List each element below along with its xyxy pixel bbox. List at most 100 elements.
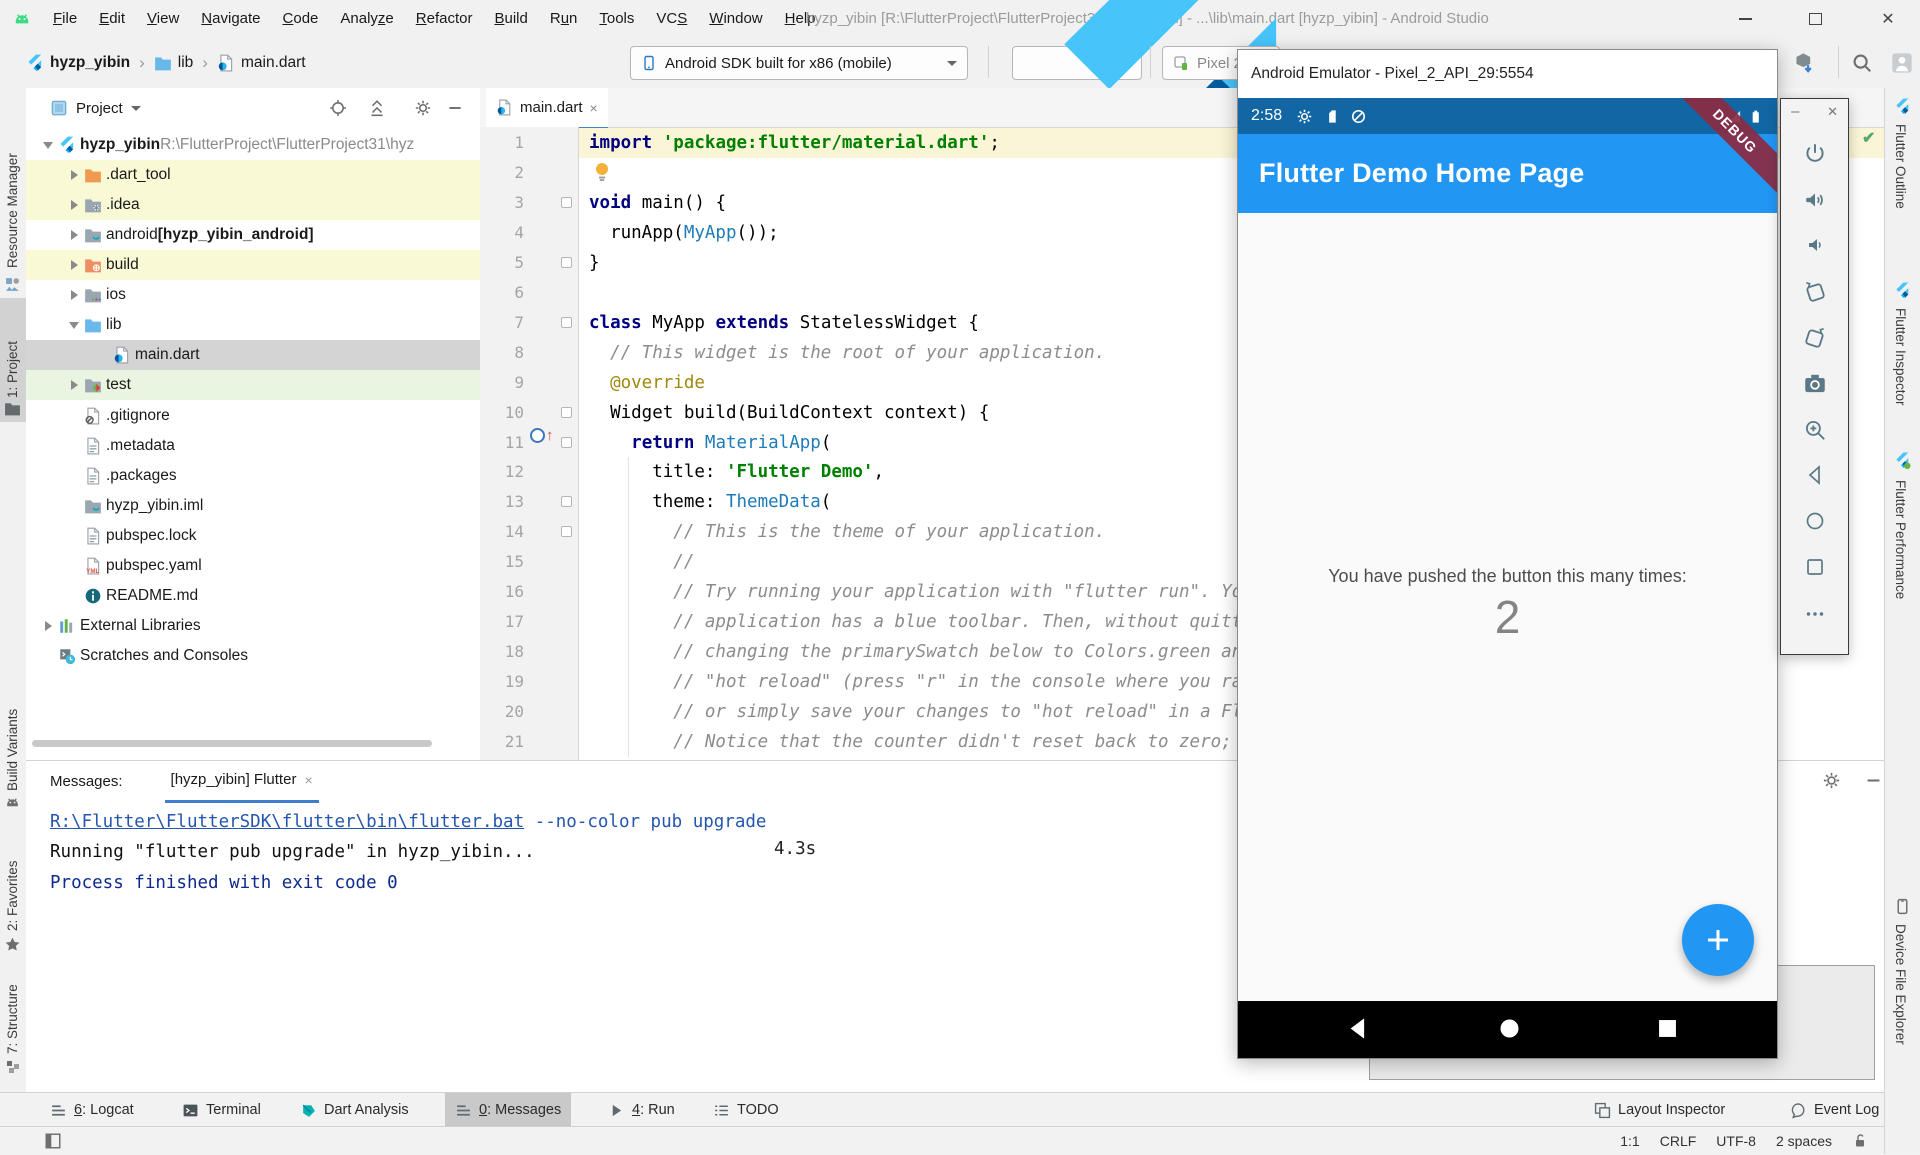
toolwindow-button-terminal[interactable]: Terminal	[172, 1093, 271, 1127]
emulator-minimize-button[interactable]: –	[1791, 103, 1799, 120]
toolwindow-button-event-log[interactable]: Event Log	[1780, 1093, 1889, 1127]
close-icon[interactable]: ×	[590, 100, 598, 116]
sidebar-item-flutter-performance[interactable]: Flutter Performance	[1893, 480, 1908, 692]
status-item-1-1[interactable]: 1:1	[1620, 1133, 1639, 1149]
fold-marker-icon[interactable]	[561, 526, 572, 537]
increment-fab-button[interactable]	[1682, 904, 1754, 976]
menu-item-build[interactable]: Build	[483, 0, 538, 38]
toolwindow-button-layout-inspector[interactable]: Layout Inspector	[1584, 1093, 1735, 1127]
chevron-down-icon[interactable]	[131, 106, 141, 111]
camera-icon[interactable]	[1802, 371, 1828, 402]
sdk-manager-icon[interactable]	[1792, 51, 1816, 75]
tree-row--idea[interactable]: .idea	[26, 190, 481, 220]
status-item-2-spaces[interactable]: 2 spaces	[1776, 1133, 1832, 1149]
tool-window-toggle-icon[interactable]	[44, 1132, 62, 1150]
settings-gear-icon[interactable]	[1822, 771, 1841, 790]
sidebar-item-1-project[interactable]: 1: Project	[5, 306, 20, 398]
editor-gutter[interactable]: 123456789101112131415161718192021	[480, 127, 579, 760]
sidebar-item-flutter-inspector[interactable]: Flutter Inspector	[1893, 308, 1908, 476]
sidebar-item-2-favorites[interactable]: 2: Favorites	[5, 823, 20, 931]
rotate-right-icon[interactable]	[1802, 325, 1828, 356]
code-line-4[interactable]: runApp(MyApp());	[589, 218, 779, 248]
fold-marker-icon[interactable]	[561, 257, 572, 268]
rotate-left-icon[interactable]	[1802, 279, 1828, 310]
toolwindow-button-todo[interactable]: TODO	[703, 1093, 789, 1127]
code-line-8[interactable]: // This widget is the root of your appli…	[589, 338, 1105, 368]
emulator-screen[interactable]: 2:58 Flutter Demo Home Page DEBUG You ha…	[1238, 98, 1777, 1058]
override-marker-icon[interactable]: ↑	[530, 428, 554, 443]
back-icon[interactable]	[1803, 463, 1827, 492]
code-line-14[interactable]: // This is the theme of your application…	[589, 517, 1105, 547]
menu-item-window[interactable]: Window	[698, 0, 773, 38]
toolwindow-button-0-messages[interactable]: 0: Messages	[445, 1093, 571, 1127]
more-icon[interactable]	[1802, 601, 1828, 632]
tree-collapse-arrow-icon[interactable]	[40, 621, 56, 631]
sidebar-item-resource-manager[interactable]: Resource Manager	[5, 98, 20, 268]
tree-row-pubspec-yaml[interactable]: YMLpubspec.yaml	[26, 551, 481, 581]
fold-marker-icon[interactable]	[561, 407, 572, 418]
sidebar-item-device-file-explorer[interactable]: Device File Explorer	[1893, 924, 1908, 1096]
tree-collapse-arrow-icon[interactable]	[66, 290, 82, 300]
tree-row-lib[interactable]: lib	[26, 310, 481, 340]
settings-gear-icon[interactable]	[414, 99, 432, 117]
tree-row--gitignore[interactable]: .gitignore	[26, 401, 481, 431]
tree-expand-arrow-icon[interactable]	[40, 142, 56, 149]
tree-collapse-arrow-icon[interactable]	[66, 170, 82, 180]
horizontal-scrollbar[interactable]	[32, 740, 432, 747]
console-link[interactable]: R:\Flutter\FlutterSDK\flutter\bin\flutte…	[50, 812, 524, 832]
tree-expand-arrow-icon[interactable]	[66, 322, 82, 329]
breadcrumb-item-lib[interactable]: lib	[154, 54, 194, 72]
emulator-close-button[interactable]: ✕	[1827, 104, 1838, 120]
status-item-utf-8[interactable]: UTF-8	[1716, 1133, 1756, 1149]
device-selector-dropdown[interactable]: Android SDK built for x86 (mobile)	[630, 46, 968, 80]
tree-row--metadata[interactable]: .metadata	[26, 431, 481, 461]
search-icon[interactable]	[1850, 51, 1874, 75]
sidebar-item-flutter-outline[interactable]: Flutter Outline	[1893, 124, 1908, 276]
code-line-1[interactable]: import 'package:flutter/material.dart';	[589, 128, 1000, 158]
menu-item-tools[interactable]: Tools	[588, 0, 645, 38]
tree-row-android[interactable]: android [hyzp_yibin_android]	[26, 220, 481, 250]
fold-marker-icon[interactable]	[561, 317, 572, 328]
tree-row--packages[interactable]: .packages	[26, 461, 481, 491]
fold-marker-icon[interactable]	[561, 437, 572, 448]
home-icon[interactable]	[1803, 509, 1827, 538]
lock-icon[interactable]	[1852, 1133, 1868, 1149]
volume-up-icon[interactable]	[1802, 187, 1828, 218]
tree-row-ios[interactable]: ios	[26, 280, 481, 310]
locate-file-icon[interactable]	[329, 99, 347, 117]
tree-row-hyzp_yibin-iml[interactable]: hyzp_yibin.iml	[26, 491, 481, 521]
volume-down-icon[interactable]	[1803, 233, 1827, 262]
fold-marker-icon[interactable]	[561, 197, 572, 208]
code-line-13[interactable]: theme: ThemeData(	[589, 487, 831, 517]
close-icon[interactable]: ×	[304, 772, 312, 788]
code-line-5[interactable]: }	[589, 248, 600, 278]
window-minimize-button[interactable]	[1723, 0, 1767, 38]
nav-back-icon[interactable]	[1345, 1015, 1372, 1047]
toolwindow-button-6-logcat[interactable]: 6: Logcat	[40, 1093, 144, 1127]
menu-item-edit[interactable]: Edit	[88, 0, 136, 38]
menu-item-file[interactable]: File	[42, 0, 88, 38]
menu-item-run[interactable]: Run	[539, 0, 589, 38]
menu-item-vcs[interactable]: VCS	[645, 0, 698, 38]
tree-collapse-arrow-icon[interactable]	[66, 260, 82, 270]
menu-item-code[interactable]: Code	[272, 0, 330, 38]
menu-item-navigate[interactable]: Navigate	[190, 0, 271, 38]
code-line-10[interactable]: Widget build(BuildContext context) {	[589, 398, 989, 428]
tree-row--dart_tool[interactable]: .dart_tool	[26, 160, 481, 190]
project-panel-title[interactable]: Project	[76, 100, 123, 117]
breadcrumb-item-hyzp_yibin[interactable]: hyzp_yibin	[26, 54, 130, 72]
window-close-button[interactable]: ✕	[1866, 0, 1910, 38]
collapse-all-icon[interactable]	[368, 99, 386, 117]
tree-row-test[interactable]: test	[26, 370, 481, 400]
emulator-title-bar[interactable]: Android Emulator - Pixel_2_API_29:5554	[1238, 50, 1777, 98]
code-line-9[interactable]: @override	[589, 368, 705, 398]
toolwindow-button-4-run[interactable]: 4: Run	[598, 1093, 685, 1127]
editor-tab-main-dart[interactable]: main.dart ×	[486, 88, 608, 130]
tree-collapse-arrow-icon[interactable]	[66, 230, 82, 240]
menu-item-view[interactable]: View	[136, 0, 190, 38]
intention-bulb-icon[interactable]	[592, 161, 612, 183]
tree-row-README-md[interactable]: README.md	[26, 581, 481, 611]
status-item-crlf[interactable]: CRLF	[1660, 1133, 1697, 1149]
tree-row-main-dart[interactable]: main.dart	[26, 340, 481, 370]
nav-home-icon[interactable]	[1496, 1015, 1523, 1047]
